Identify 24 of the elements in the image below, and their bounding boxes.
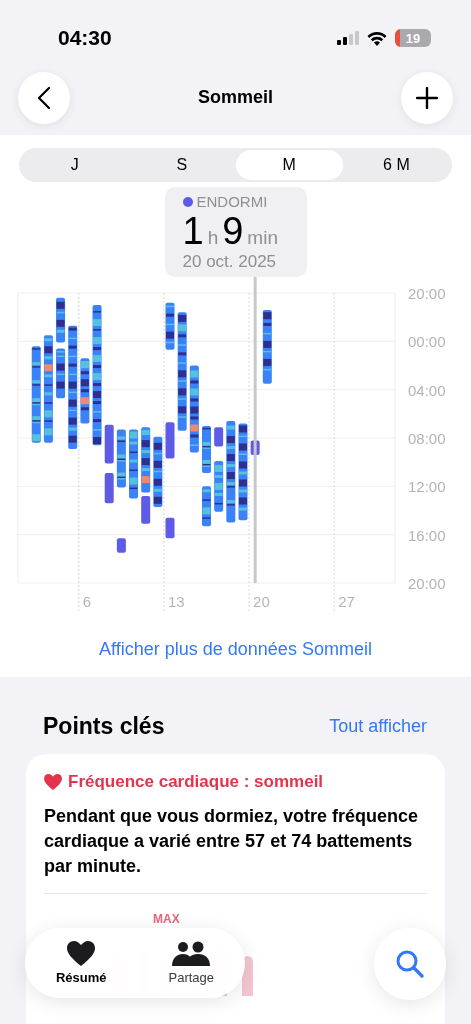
duration-unit: h — [207, 227, 219, 249]
axis-label: 20 — [253, 593, 270, 610]
chart-label: MAX — [153, 912, 181, 926]
card-text: Pendant que vous dormiez, votre fréquence cardiaque a varié entre 57 et 74 battements par minute. — [44, 805, 420, 878]
category-label: ENDORMI — [196, 193, 268, 210]
axis-label: 16:00 — [408, 526, 446, 544]
tooltip-date: 20 oct. 2025 — [182, 252, 278, 272]
duration-value: 1 — [182, 211, 204, 251]
axis-label: 13 — [167, 593, 185, 610]
axis-label: 12:00 — [408, 478, 446, 496]
section-title: Points clés — [43, 713, 165, 740]
axis-label: 00:00 — [408, 333, 446, 351]
axis-label: 20:00 — [408, 575, 446, 592]
axis-label: 27 — [338, 593, 355, 610]
duration-unit: min — [247, 227, 278, 249]
card-title: Fréquence cardiaque : sommeil — [68, 772, 324, 792]
axis-label: 6 — [82, 593, 92, 610]
page-title: Sommeil — [198, 87, 273, 108]
axis-label: 20:00 — [408, 285, 446, 302]
axis-label: 04:00 — [408, 381, 446, 399]
status-time: 04:30 — [58, 26, 112, 50]
duration-value: 9 — [222, 211, 244, 251]
axis-label: 08:00 — [408, 430, 446, 447]
battery-indicator: 19 — [395, 29, 431, 47]
